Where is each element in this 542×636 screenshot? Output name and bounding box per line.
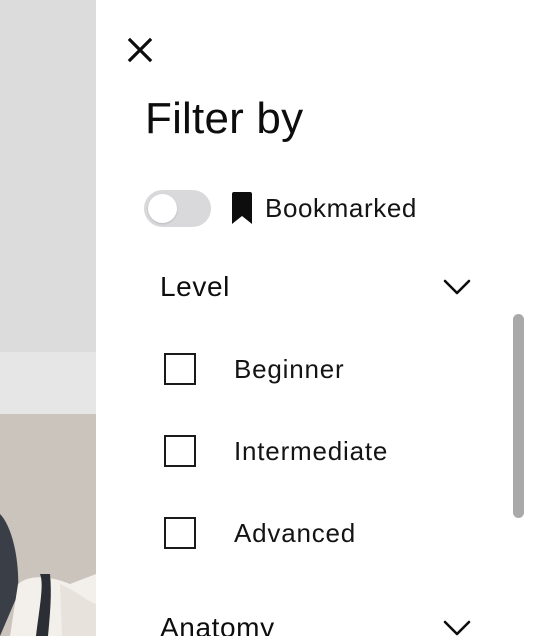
level-section-header[interactable]: Level xyxy=(160,269,472,305)
chevron-down-icon xyxy=(442,618,472,636)
close-button[interactable] xyxy=(126,36,154,64)
beginner-checkbox[interactable] xyxy=(164,353,196,385)
advanced-label: Advanced xyxy=(234,517,357,548)
bookmark-filter-row: Bookmarked xyxy=(144,189,417,227)
advanced-checkbox[interactable] xyxy=(164,517,196,549)
bookmarked-toggle[interactable] xyxy=(144,189,211,227)
drawer-title: Filter by xyxy=(145,94,304,143)
chevron-down-icon xyxy=(442,277,472,297)
background-band xyxy=(0,352,96,414)
intermediate-label: Intermediate xyxy=(234,435,389,466)
background-page[interactable] xyxy=(0,0,96,636)
beginner-label: Beginner xyxy=(234,353,345,384)
background-photo xyxy=(0,414,96,636)
photo-content xyxy=(0,414,96,636)
filter-drawer: Filter by Bookmarked Level Beginner Inte… xyxy=(96,0,542,636)
intermediate-checkbox[interactable] xyxy=(164,435,196,467)
level-option-advanced[interactable]: Advanced xyxy=(164,515,356,551)
anatomy-section-header[interactable]: Anatomy xyxy=(160,610,472,636)
drawer-scrollbar[interactable] xyxy=(513,314,524,518)
close-icon xyxy=(127,37,153,63)
bookmark-icon xyxy=(231,191,253,225)
level-option-beginner[interactable]: Beginner xyxy=(164,351,344,387)
bookmarked-label: Bookmarked xyxy=(265,192,417,223)
level-option-intermediate[interactable]: Intermediate xyxy=(164,433,388,469)
level-section-title: Level xyxy=(160,271,230,302)
anatomy-section-title: Anatomy xyxy=(160,612,275,636)
screen: Filter by Bookmarked Level Beginner Inte… xyxy=(0,0,542,636)
toggle-knob xyxy=(148,193,177,223)
